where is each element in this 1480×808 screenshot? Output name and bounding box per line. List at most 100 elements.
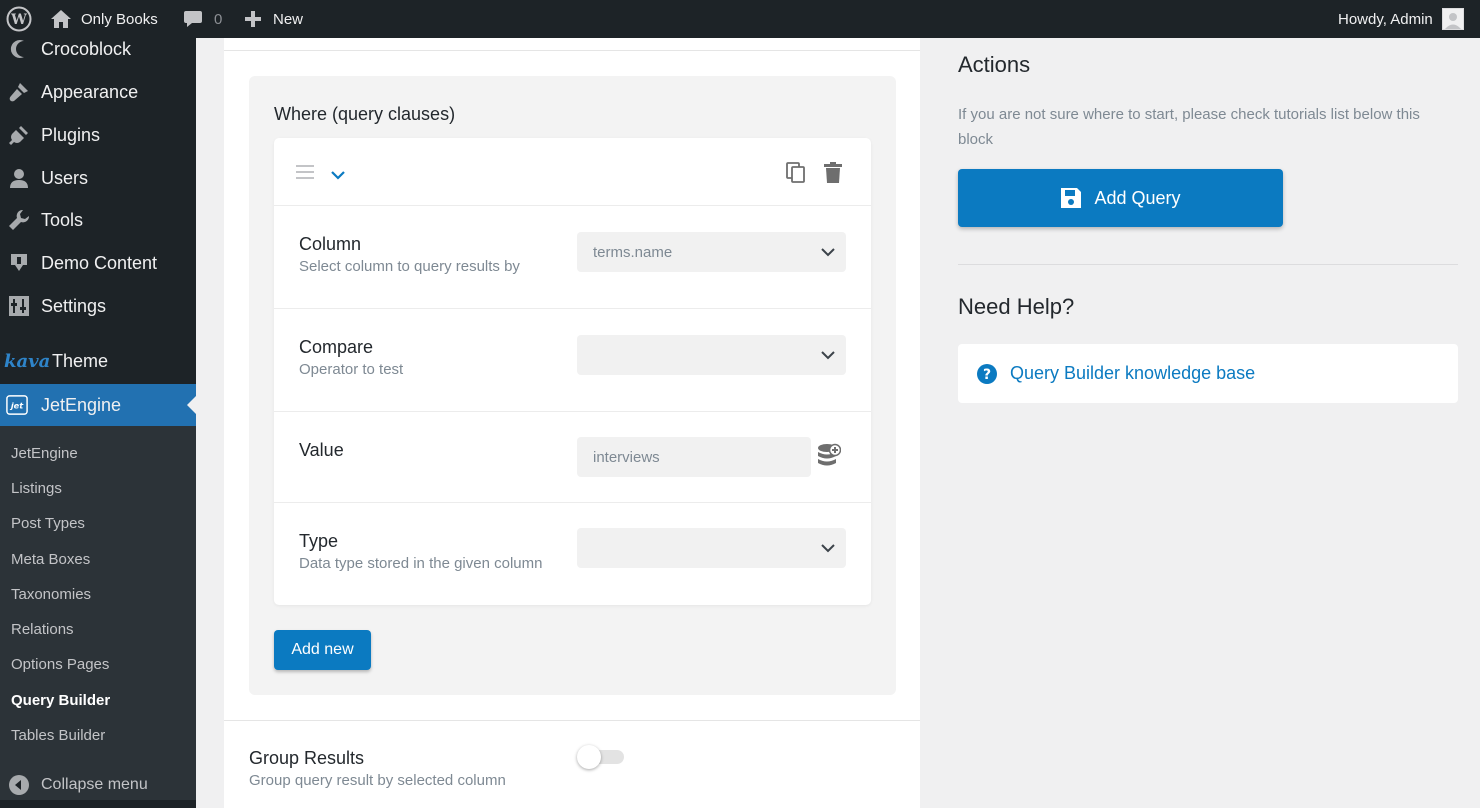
type-row: Type Data type stored in the given colum…: [274, 503, 871, 605]
site-name: Only Books: [81, 10, 158, 28]
compare-description: Operator to test: [299, 361, 404, 378]
sidebar-item-label: Tools: [41, 209, 84, 230]
paintbrush-icon: [8, 81, 30, 103]
copy-icon[interactable]: [786, 162, 806, 189]
column-select[interactable]: terms.name: [577, 232, 846, 272]
submenu-item-tables-builder[interactable]: Tables Builder: [11, 727, 105, 744]
type-description: Data type stored in the given column: [299, 555, 543, 572]
help-card: ? Query Builder knowledge base: [958, 344, 1458, 403]
compare-select[interactable]: [577, 335, 846, 375]
where-clauses-section: Where (query clauses) Column Select colu…: [249, 76, 896, 695]
group-results-description: Group query result by selected column: [249, 772, 506, 789]
value-row: Value interviews: [274, 412, 871, 503]
sidebar-item-crocoblock[interactable]: Crocoblock: [0, 28, 196, 70]
sidebar-item-appearance[interactable]: Appearance: [0, 71, 196, 113]
sidebar-item-users[interactable]: Users: [0, 157, 196, 199]
comment-bubble-icon: [183, 9, 203, 29]
collapse-arrow-icon: [8, 774, 30, 796]
trash-icon[interactable]: [824, 162, 842, 189]
chevron-down-icon: [820, 347, 836, 367]
collapse-chevron-icon[interactable]: [330, 167, 346, 185]
column-row: Column Select column to query results by…: [274, 206, 871, 309]
actions-title: Actions: [958, 52, 1031, 77]
clause-card: Column Select column to query results by…: [274, 138, 871, 605]
divider: [958, 264, 1458, 265]
toggle-knob: [577, 745, 601, 769]
column-label: Column: [299, 234, 362, 254]
sidebar-item-tools[interactable]: Tools: [0, 199, 196, 241]
compare-label: Compare: [299, 337, 374, 357]
crocoblock-icon: [8, 38, 30, 60]
avatar: [1441, 8, 1464, 30]
sidebar-item-label: Settings: [41, 295, 107, 316]
type-label: Type: [299, 531, 339, 551]
comments-count: 0: [214, 10, 223, 28]
question-circle-icon: ?: [976, 363, 998, 385]
collapse-label: Collapse menu: [41, 776, 148, 793]
plugin-icon: [8, 124, 30, 146]
submenu-item-options-pages[interactable]: Options Pages: [11, 656, 109, 673]
add-new-clause-button[interactable]: Add new: [274, 630, 371, 670]
value-label: Value: [299, 440, 344, 460]
sidebar-item-label: Theme: [52, 350, 109, 371]
knowledge-base-link[interactable]: Query Builder knowledge base: [1010, 363, 1255, 384]
divider: [224, 50, 920, 51]
svg-text:W: W: [10, 12, 27, 28]
svg-text:?: ?: [983, 367, 991, 383]
wrench-icon: [8, 209, 30, 231]
clause-header: [274, 138, 871, 206]
sidebar-item-plugins[interactable]: Plugins: [0, 114, 196, 156]
compare-row: Compare Operator to test: [274, 309, 871, 412]
add-query-button[interactable]: Add Query: [958, 169, 1283, 227]
save-icon: [1060, 187, 1082, 209]
home-icon: [50, 9, 72, 29]
account-menu[interactable]: Howdy, Admin: [1338, 0, 1464, 38]
submenu-item-meta-boxes[interactable]: Meta Boxes: [11, 551, 90, 568]
value-input-text: interviews: [593, 448, 660, 466]
admin-bar: W Only Books 0 New Howdy, Admin: [0, 0, 1480, 38]
user-icon: [8, 167, 30, 189]
type-select[interactable]: [577, 528, 846, 568]
collapse-menu-button[interactable]: Collapse menu: [0, 762, 196, 808]
chevron-down-icon: [820, 540, 836, 560]
jetengine-submenu: JetEngine Listings Post Types Meta Boxes…: [0, 426, 196, 800]
dynamic-data-icon[interactable]: [817, 443, 842, 474]
chevron-down-icon: [820, 244, 836, 264]
kava-logo: kava: [4, 350, 51, 372]
query-editor-panel: Where (query clauses) Column Select colu…: [224, 38, 920, 808]
sidebar-item-label: Demo Content: [41, 252, 158, 273]
plus-icon: [244, 10, 262, 28]
jetengine-icon: jet: [6, 394, 28, 416]
new-label: New: [273, 10, 304, 28]
sidebar-item-label: Plugins: [41, 124, 101, 145]
group-results-label: Group Results: [249, 748, 365, 768]
value-input[interactable]: interviews: [577, 437, 811, 477]
where-title: Where (query clauses): [274, 104, 456, 124]
submenu-item-taxonomies[interactable]: Taxonomies: [11, 586, 91, 603]
sidebar-item-settings[interactable]: Settings: [0, 285, 196, 327]
greeting: Howdy, Admin: [1338, 10, 1433, 28]
group-results-toggle[interactable]: [577, 745, 624, 769]
sidebar-item-jetengine[interactable]: jet JetEngine: [0, 384, 196, 426]
column-select-value: terms.name: [593, 243, 673, 261]
actions-note: If you are not sure where to start, plea…: [958, 106, 1420, 148]
sidebar-item-theme[interactable]: kava Theme: [0, 340, 196, 382]
new-content-link[interactable]: New: [244, 0, 303, 38]
divider: [224, 720, 920, 721]
sidebar-item-demo-content[interactable]: Demo Content: [0, 242, 196, 284]
settings-icon: [8, 295, 30, 317]
submenu-item-listings[interactable]: Listings: [11, 480, 62, 497]
need-help-title: Need Help?: [958, 294, 1075, 319]
svg-text:jet: jet: [9, 401, 24, 411]
add-query-label: Add Query: [1094, 187, 1181, 208]
submenu-item-query-builder[interactable]: Query Builder: [11, 692, 110, 709]
download-icon: [8, 252, 30, 274]
drag-handle-icon[interactable]: [296, 165, 314, 184]
sidebar-item-label: Users: [41, 167, 89, 188]
submenu-item-jetengine[interactable]: JetEngine: [11, 445, 78, 462]
sidebar-item-label: Crocoblock: [41, 38, 132, 59]
column-description: Select column to query results by: [299, 258, 520, 275]
sidebar-item-label: Appearance: [41, 81, 139, 102]
submenu-item-post-types[interactable]: Post Types: [11, 515, 85, 532]
submenu-item-relations[interactable]: Relations: [11, 621, 74, 638]
